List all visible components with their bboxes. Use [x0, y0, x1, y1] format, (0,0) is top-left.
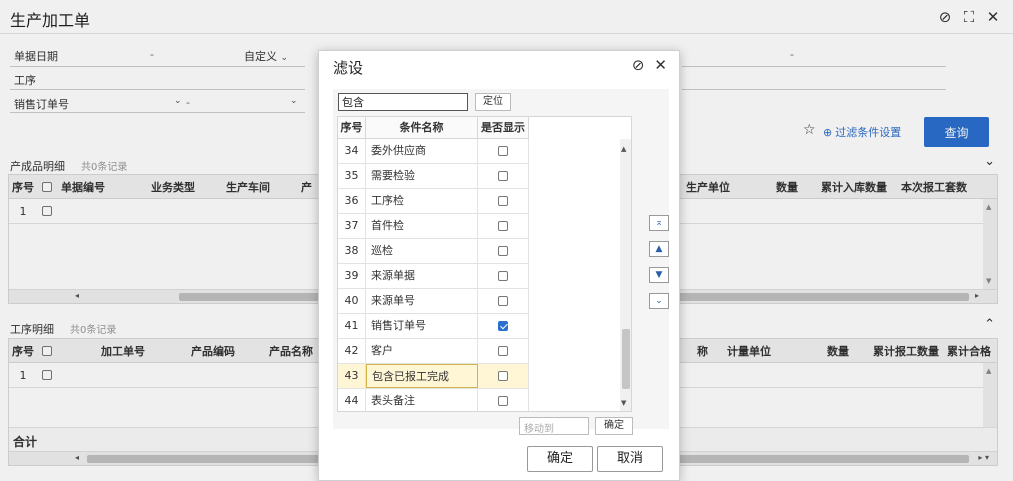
- show-checkbox[interactable]: [478, 189, 529, 213]
- column-header: 序号: [338, 117, 366, 138]
- list-item[interactable]: 34 委外供应商: [338, 139, 529, 164]
- row-number: 37: [338, 214, 366, 238]
- list-item[interactable]: 41 销售订单号: [338, 314, 529, 339]
- condition-name: 销售订单号: [366, 314, 478, 338]
- show-checkbox[interactable]: [478, 389, 529, 411]
- move-to-input[interactable]: 移动到: [519, 417, 589, 435]
- condition-name: 首件检: [366, 214, 478, 238]
- condition-name: 包含已报工完成: [366, 364, 478, 388]
- row-number: 39: [338, 264, 366, 288]
- chevron-double-up-icon: ⌅: [655, 218, 663, 228]
- show-checkbox[interactable]: [478, 339, 529, 363]
- condition-name: 表头备注: [366, 389, 478, 411]
- column-header: 条件名称: [366, 117, 478, 138]
- row-number: 41: [338, 314, 366, 338]
- show-checkbox[interactable]: [478, 364, 529, 388]
- move-up-button[interactable]: ▲: [649, 241, 669, 257]
- list-item-selected[interactable]: 43 包含已报工完成: [338, 364, 529, 389]
- list-item[interactable]: 40 来源单号: [338, 289, 529, 314]
- show-checkbox[interactable]: [478, 314, 529, 338]
- list-item[interactable]: 42 客户: [338, 339, 529, 364]
- row-number: 43: [338, 364, 366, 388]
- list-item[interactable]: 39 来源单据: [338, 264, 529, 289]
- move-confirm-button[interactable]: 确定: [595, 417, 633, 435]
- condition-list-header: 序号 条件名称 是否显示: [338, 117, 529, 139]
- list-item[interactable]: 37 首件检: [338, 214, 529, 239]
- show-checkbox[interactable]: [478, 264, 529, 288]
- condition-name: 需要检验: [366, 164, 478, 188]
- list-scrollbar[interactable]: ▲ ▼: [620, 139, 631, 411]
- search-input[interactable]: [338, 93, 468, 111]
- row-number: 40: [338, 289, 366, 313]
- show-checkbox[interactable]: [478, 289, 529, 313]
- move-to-bottom-button[interactable]: ⌄: [649, 293, 669, 309]
- condition-name: 来源单号: [366, 289, 478, 313]
- row-number: 42: [338, 339, 366, 363]
- show-checkbox[interactable]: [478, 214, 529, 238]
- condition-name: 客户: [366, 339, 478, 363]
- scrollbar-thumb[interactable]: [622, 329, 630, 389]
- condition-name: 工序检: [366, 189, 478, 213]
- chevron-down-icon: ▼: [655, 270, 663, 280]
- filter-settings-dialog: 滤设 ⊘ ✕ 定位 序号 条件名称 是否显示 34 委外供应商 35 需要检验: [318, 50, 680, 481]
- list-item[interactable]: 36 工序检: [338, 189, 529, 214]
- row-number: 34: [338, 139, 366, 163]
- row-number: 44: [338, 389, 366, 411]
- condition-panel: 定位 序号 条件名称 是否显示 34 委外供应商 35 需要检验 36 工序检: [333, 89, 669, 429]
- condition-name: 委外供应商: [366, 139, 478, 163]
- list-item[interactable]: 38 巡检: [338, 239, 529, 264]
- dialog-title: 滤设: [333, 59, 364, 77]
- chevron-double-down-icon: ⌄: [655, 296, 663, 306]
- list-item[interactable]: 35 需要检验: [338, 164, 529, 189]
- scroll-up-icon[interactable]: ▲: [621, 145, 626, 153]
- locate-button[interactable]: 定位: [475, 93, 511, 111]
- chevron-up-icon: ▲: [655, 244, 663, 254]
- column-header: 是否显示: [478, 117, 529, 138]
- row-number: 36: [338, 189, 366, 213]
- condition-name: 巡检: [366, 239, 478, 263]
- show-checkbox[interactable]: [478, 139, 529, 163]
- help-circle-icon[interactable]: ⊘: [632, 56, 645, 74]
- show-checkbox[interactable]: [478, 239, 529, 263]
- dialog-controls: ⊘ ✕: [632, 56, 667, 74]
- row-number: 38: [338, 239, 366, 263]
- list-item[interactable]: 44 表头备注: [338, 389, 529, 411]
- move-to-top-button[interactable]: ⌅: [649, 215, 669, 231]
- row-number: 35: [338, 164, 366, 188]
- condition-list: 序号 条件名称 是否显示 34 委外供应商 35 需要检验 36 工序检 37: [337, 116, 632, 412]
- move-down-button[interactable]: ▼: [649, 267, 669, 283]
- cancel-button[interactable]: 取消: [597, 446, 663, 472]
- close-icon[interactable]: ✕: [654, 56, 667, 74]
- show-checkbox[interactable]: [478, 164, 529, 188]
- scroll-down-icon[interactable]: ▼: [621, 399, 626, 407]
- ok-button[interactable]: 确定: [527, 446, 593, 472]
- condition-name: 来源单据: [366, 264, 478, 288]
